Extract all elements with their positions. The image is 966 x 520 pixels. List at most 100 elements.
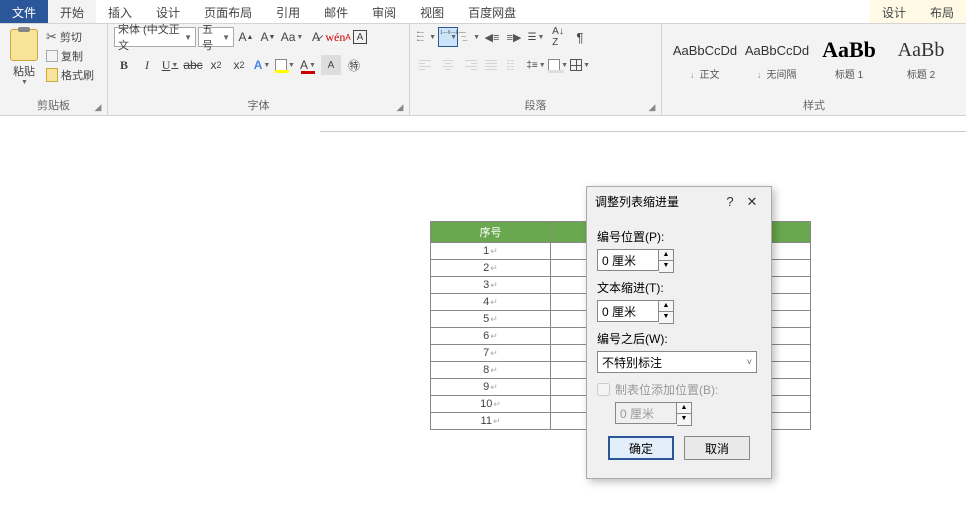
spin-up-icon[interactable]: ▲	[659, 250, 673, 261]
ribbon: 粘贴 ▼ ✂剪切 复制 格式刷 剪贴板 ◢ 宋体 (中文正文▼ 五号▼ A▲ A…	[0, 24, 966, 116]
phonetic-guide-button[interactable]: wénA	[328, 27, 348, 47]
show-marks-button[interactable]: ¶	[570, 27, 590, 47]
cut-button[interactable]: ✂剪切	[46, 29, 94, 45]
tab-review[interactable]: 审阅	[360, 0, 408, 23]
chevron-down-icon: ˅	[747, 357, 752, 367]
dialog-title: 调整列表缩进量	[595, 193, 719, 210]
copy-button[interactable]: 复制	[46, 48, 94, 64]
enclose-characters-button[interactable]: ㊕	[344, 55, 364, 75]
align-center-icon	[441, 59, 455, 71]
align-right-icon	[463, 59, 477, 71]
align-center-button[interactable]	[438, 55, 458, 75]
tab-table-design[interactable]: 设计	[870, 0, 918, 23]
copy-icon	[46, 50, 58, 62]
highlight-button[interactable]: ▼	[275, 55, 295, 75]
borders-button[interactable]: ▼	[570, 55, 590, 75]
style-preview: AaBb	[815, 36, 883, 64]
style-preview: AaBbCcDd	[743, 36, 811, 64]
chevron-down-icon: ▼	[184, 33, 192, 42]
clear-formatting-button[interactable]: A̷	[306, 27, 326, 47]
text-indent-spinner[interactable]: ▲▼	[597, 300, 761, 324]
change-case-button[interactable]: Aa▼	[280, 27, 304, 47]
tab-table-layout[interactable]: 布局	[918, 0, 966, 23]
style-heading1[interactable]: AaBb 标题 1	[814, 29, 884, 85]
borders-icon	[570, 59, 582, 71]
tab-page-layout[interactable]: 页面布局	[192, 0, 264, 23]
asian-layout-button[interactable]: ☰▼	[526, 27, 546, 47]
character-border-button[interactable]: A	[350, 27, 370, 47]
adjust-list-indent-dialog: 调整列表缩进量 ? ✕ 编号位置(P): ▲▼ 文本缩进(T): ▲▼ 编号之后…	[586, 186, 772, 479]
increase-indent-button[interactable]: ≡▶	[504, 27, 524, 47]
spin-down-icon[interactable]: ▼	[659, 261, 673, 272]
text-indent-input[interactable]	[597, 300, 659, 322]
font-color-button[interactable]: A▼	[298, 55, 318, 75]
style-label: 标题 2	[907, 70, 935, 81]
tab-design[interactable]: 设计	[144, 0, 192, 23]
format-painter-button[interactable]: 格式刷	[46, 67, 94, 83]
align-right-button[interactable]	[460, 55, 480, 75]
tab-mailings[interactable]: 邮件	[312, 0, 360, 23]
align-justify-button[interactable]	[482, 55, 502, 75]
paste-dropdown-icon[interactable]: ▼	[7, 79, 42, 86]
number-position-label: 编号位置(P):	[597, 228, 761, 245]
grow-font-button[interactable]: A▲	[236, 27, 256, 47]
bold-button[interactable]: B	[114, 55, 134, 75]
multilevel-list-button[interactable]: ▼	[460, 27, 480, 47]
character-shading-button[interactable]: A	[321, 55, 341, 75]
font-name-combo[interactable]: 宋体 (中文正文▼	[114, 27, 196, 47]
number-position-spinner[interactable]: ▲▼	[597, 249, 761, 273]
tab-view[interactable]: 视图	[408, 0, 456, 23]
strikethrough-button[interactable]: abc	[183, 55, 203, 75]
style-normal[interactable]: AaBbCcDd ♩正文	[670, 29, 740, 85]
bullets-button[interactable]: ▼	[416, 27, 436, 47]
superscript-button[interactable]: x2	[229, 55, 249, 75]
shading-icon	[548, 59, 560, 71]
decrease-indent-button[interactable]: ◀≡	[482, 27, 502, 47]
style-preview: AaBbCcDd	[671, 36, 739, 64]
tab-references[interactable]: 引用	[264, 0, 312, 23]
ok-button[interactable]: 确定	[608, 436, 674, 460]
align-distributed-button[interactable]	[504, 55, 524, 75]
tab-insert[interactable]: 插入	[96, 0, 144, 23]
line-spacing-button[interactable]: ‡≡▼	[526, 55, 546, 75]
spin-up-icon[interactable]: ▲	[659, 301, 673, 312]
style-heading2[interactable]: AaBb 标题 2	[886, 29, 956, 85]
dialog-help-button[interactable]: ?	[719, 194, 741, 209]
font-size-combo[interactable]: 五号▼	[198, 27, 234, 47]
dialog-close-button[interactable]: ✕	[741, 194, 763, 210]
bullets-icon	[416, 30, 428, 44]
italic-button[interactable]: I	[137, 55, 157, 75]
font-dialog-launcher-icon[interactable]: ◢	[394, 101, 406, 113]
cancel-button[interactable]: 取消	[684, 436, 750, 460]
spin-down-icon: ▼	[677, 414, 691, 425]
format-painter-label: 格式刷	[61, 67, 94, 83]
style-nospacing[interactable]: AaBbCcDd ♩无间隔	[742, 29, 812, 85]
clipboard-dialog-launcher-icon[interactable]: ◢	[92, 101, 104, 113]
align-distributed-icon	[507, 59, 521, 71]
spin-down-icon[interactable]: ▼	[659, 312, 673, 323]
text-indent-label: 文本缩进(T):	[597, 279, 761, 296]
text-effects-button[interactable]: A▼	[252, 55, 272, 75]
number-position-input[interactable]	[597, 249, 659, 271]
tab-netdisk[interactable]: 百度网盘	[456, 0, 528, 23]
multilevel-icon	[460, 30, 472, 44]
sort-button[interactable]: A↓Z	[548, 27, 568, 47]
paste-button[interactable]: 粘贴 ▼	[6, 27, 42, 86]
numbering-button[interactable]: ▼	[438, 27, 458, 47]
number-after-select[interactable]: 不特别标注 ˅	[597, 351, 757, 373]
subscript-button[interactable]: x2	[206, 55, 226, 75]
underline-button[interactable]: U▼	[160, 55, 180, 75]
number-after-value: 不特别标注	[602, 354, 662, 371]
spin-up-icon: ▲	[677, 403, 691, 414]
highlight-icon	[275, 59, 287, 71]
tab-home[interactable]: 开始	[48, 0, 96, 23]
shading-button[interactable]: ▼	[548, 55, 568, 75]
cut-label: 剪切	[60, 29, 82, 45]
align-left-button[interactable]	[416, 55, 436, 75]
shrink-font-button[interactable]: A▼	[258, 27, 278, 47]
style-preview: AaBb	[887, 36, 955, 64]
numbering-icon	[439, 30, 449, 44]
tab-position-checkbox	[597, 383, 610, 396]
paragraph-dialog-launcher-icon[interactable]: ◢	[646, 101, 658, 113]
tab-file[interactable]: 文件	[0, 0, 48, 23]
